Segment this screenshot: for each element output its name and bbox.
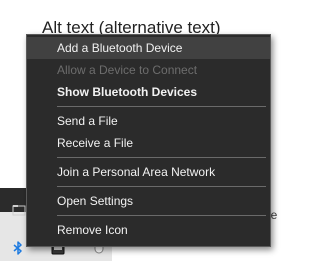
- menu-item-allow-device-connect: Allow a Device to Connect: [57, 63, 198, 77]
- menu-separator: [57, 186, 266, 187]
- menu-separator: [57, 106, 266, 107]
- menu-item-add-bluetooth-device[interactable]: Add a Bluetooth Device: [27, 37, 270, 59]
- menu-item-remove-icon[interactable]: Remove Icon: [27, 219, 270, 241]
- menu-item-join-pan[interactable]: Join a Personal Area Network: [27, 161, 270, 183]
- menu-item-send-file[interactable]: Send a File: [27, 110, 270, 132]
- menu-item-receive-file[interactable]: Receive a File: [27, 132, 270, 154]
- folder-icon[interactable]: [12, 203, 26, 217]
- menu-separator: [57, 215, 266, 216]
- menu-separator: [57, 157, 266, 158]
- menu-item-show-bluetooth-devices[interactable]: Show Bluetooth Devices: [27, 81, 270, 103]
- bluetooth-context-menu: Add a Bluetooth Device Allow a Device to…: [26, 34, 271, 247]
- bluetooth-icon[interactable]: [12, 241, 24, 255]
- menu-item-open-settings[interactable]: Open Settings: [27, 190, 270, 212]
